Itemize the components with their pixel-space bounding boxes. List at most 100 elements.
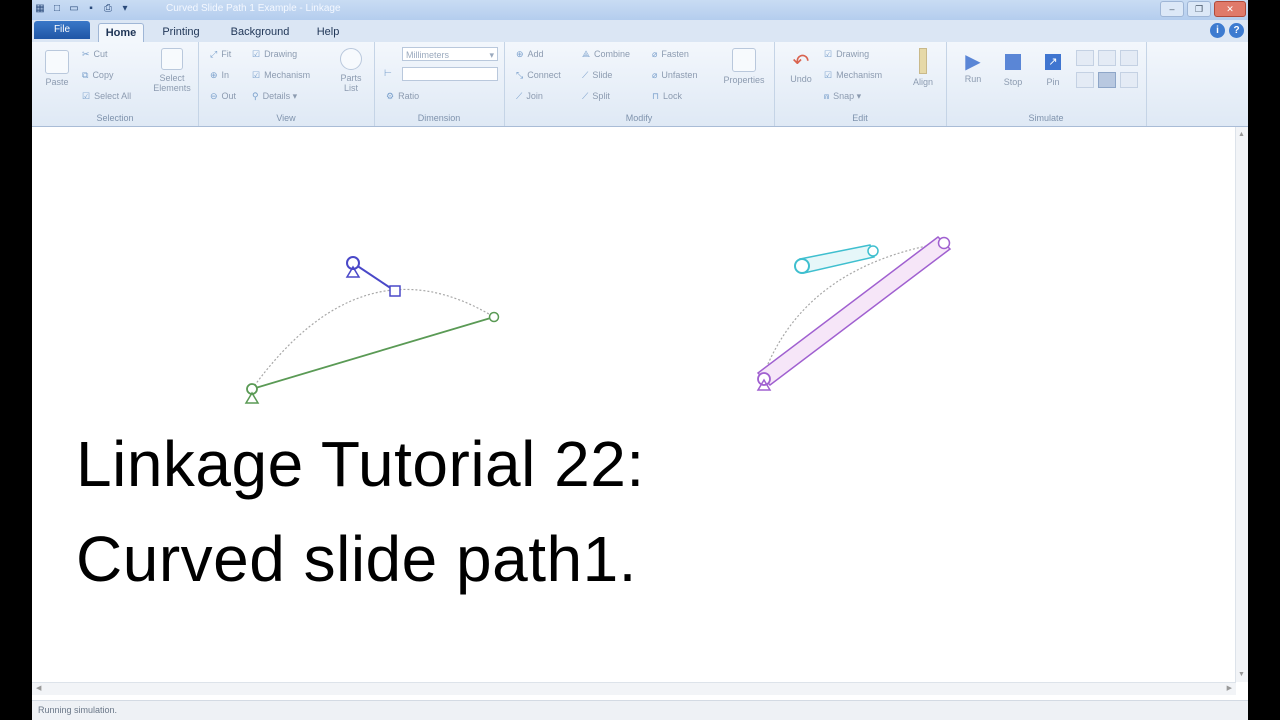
- step-forward-icon[interactable]: [1120, 50, 1138, 66]
- stop-label: Stop: [1003, 77, 1023, 87]
- edit-mechanism-checkbox[interactable]: ☑ Mechanism: [824, 70, 882, 81]
- lock-button[interactable]: ⊓ Lock: [652, 91, 682, 102]
- status-text: Running simulation.: [38, 705, 118, 715]
- parts-list-button[interactable]: Parts List: [334, 48, 368, 93]
- slide-button[interactable]: ⟋ Slide: [582, 70, 612, 81]
- select-all-button[interactable]: ☑ Select All: [82, 91, 131, 102]
- select-elements-button[interactable]: Select Elements: [150, 48, 194, 93]
- tab-printing[interactable]: Printing: [156, 23, 206, 42]
- cyan-link[interactable]: [799, 244, 875, 274]
- group-label: Selection: [96, 113, 134, 123]
- snap-dropdown[interactable]: ⩎ Snap ▾: [824, 91, 861, 102]
- zoom-in-button[interactable]: ⊕ In: [210, 70, 229, 81]
- scroll-down-icon[interactable]: ▼: [1238, 671, 1245, 678]
- ratio-button[interactable]: ⚙ Ratio: [386, 91, 419, 102]
- pin-button[interactable]: ↗ Pin: [1038, 50, 1068, 87]
- connect-button[interactable]: ⤡ Connect: [516, 70, 561, 81]
- details-dropdown[interactable]: ⚲ Details ▾: [252, 91, 297, 102]
- fast-forward-icon[interactable]: [1120, 72, 1138, 88]
- copy-button[interactable]: ⧉ Copy: [82, 70, 113, 81]
- zoom-in-icon: ⊕: [210, 70, 218, 80]
- file-menu-button[interactable]: File: [34, 21, 90, 39]
- window-title: Curved Slide Path 1 Example - Linkage: [166, 3, 341, 14]
- add-button[interactable]: ⊕ Add: [516, 49, 544, 60]
- tab-background[interactable]: Background: [224, 23, 296, 42]
- cut-button[interactable]: ✂ Cut: [82, 49, 108, 60]
- scroll-left-icon[interactable]: ◀: [36, 684, 41, 692]
- dimension-input[interactable]: [402, 67, 498, 81]
- step-icon[interactable]: [1098, 50, 1116, 66]
- app-icon[interactable]: ▦: [34, 2, 46, 15]
- curved-slide-path: [251, 288, 495, 390]
- group-edit: ↶ Undo ☑ Drawing ☑ Mechanism ⩎ Snap ▾ Align…: [774, 42, 947, 126]
- purple-end-connector[interactable]: [937, 236, 951, 250]
- edit-mechanism-label: Mechanism: [836, 70, 883, 80]
- fit-icon: ⤢: [210, 49, 218, 59]
- restore-button[interactable]: ❐: [1187, 1, 1211, 17]
- title-bar: ▦ □ ▭ ▪ ⎙ ▾ Curved Slide Path 1 Example …: [32, 0, 1248, 20]
- properties-icon: [732, 48, 756, 72]
- align-label: Align: [912, 77, 933, 87]
- new-icon[interactable]: □: [51, 2, 63, 15]
- vertical-scrollbar[interactable]: ▲ ▼: [1235, 127, 1248, 682]
- undo-label: Undo: [790, 74, 812, 84]
- connect-icon: ⤡: [516, 70, 524, 80]
- drawing-canvas[interactable]: Linkage Tutorial 22: Curved slide path1.: [32, 127, 1248, 682]
- tab-help[interactable]: Help: [312, 23, 344, 42]
- group-dimension: ⊢ Millimeters ▾ ⚙ Ratio Dimension: [374, 42, 505, 126]
- help-icon[interactable]: ?: [1229, 23, 1244, 38]
- play-icon: ▶: [965, 51, 981, 73]
- split-icon: ⟋: [582, 91, 589, 101]
- fit-button[interactable]: ⤢ Fit: [210, 49, 231, 60]
- tab-home[interactable]: Home: [98, 23, 144, 43]
- close-button[interactable]: ✕: [1214, 1, 1246, 17]
- zoom-out-button[interactable]: ⊖ Out: [210, 91, 236, 102]
- cyan-anchor-connector[interactable]: [794, 258, 810, 274]
- horizontal-scrollbar[interactable]: ◀ ▶: [32, 682, 1236, 695]
- details-label: Details: [262, 91, 291, 101]
- pin-icon: ↗: [1045, 54, 1061, 70]
- green-link[interactable]: [251, 316, 495, 390]
- minimize-button[interactable]: –: [1160, 1, 1184, 17]
- mechanism-drawing: [244, 236, 952, 404]
- green-end-connector[interactable]: [488, 311, 500, 323]
- split-button[interactable]: ⟋ Split: [582, 91, 610, 102]
- units-select[interactable]: Millimeters ▾: [402, 47, 498, 61]
- blue-slider-connector[interactable]: [389, 285, 401, 297]
- join-button[interactable]: ⟋ Join: [516, 91, 543, 102]
- step-back-icon[interactable]: [1076, 50, 1094, 66]
- info-icon[interactable]: i: [1210, 23, 1225, 38]
- open-icon[interactable]: ▭: [68, 2, 80, 15]
- fasten-button[interactable]: ⌀ Fasten: [652, 49, 689, 60]
- help-icons: i ?: [1210, 23, 1244, 38]
- group-label: View: [276, 113, 296, 123]
- combine-button[interactable]: ⟁ Combine: [582, 49, 630, 60]
- run-button[interactable]: ▶ Run: [958, 50, 988, 84]
- pin-label: Pin: [1046, 77, 1060, 87]
- save-icon[interactable]: ▪: [85, 2, 97, 15]
- print-icon[interactable]: ⎙: [102, 2, 114, 15]
- paste-button[interactable]: Paste: [40, 50, 74, 87]
- checkbox-icon: ☑: [824, 70, 833, 80]
- properties-button[interactable]: Properties: [718, 48, 770, 85]
- cyan-end-connector[interactable]: [867, 245, 879, 257]
- view-drawing-checkbox[interactable]: ☑ Drawing: [252, 49, 297, 60]
- align-button[interactable]: Align: [906, 48, 940, 87]
- add-icon: ⊕: [516, 49, 524, 59]
- run-label: Run: [964, 74, 982, 84]
- join-icon: ⟋: [516, 91, 523, 101]
- fasten-icon: ⌀: [652, 49, 658, 59]
- cut-icon: ✂: [82, 49, 90, 59]
- lock-icon: ⊓: [652, 91, 660, 101]
- undo-button[interactable]: ↶ Undo: [784, 50, 818, 84]
- stop-button[interactable]: Stop: [998, 50, 1028, 87]
- pause-icon[interactable]: [1098, 72, 1116, 88]
- edit-drawing-checkbox[interactable]: ☑ Drawing: [824, 49, 869, 60]
- scroll-right-icon[interactable]: ▶: [1227, 684, 1232, 692]
- scroll-up-icon[interactable]: ▲: [1238, 131, 1245, 138]
- view-mechanism-checkbox[interactable]: ☑ Mechanism: [252, 70, 310, 81]
- rewind-icon[interactable]: [1076, 72, 1094, 88]
- join-label: Join: [526, 91, 543, 101]
- dropdown-icon[interactable]: ▾: [119, 2, 131, 15]
- unfasten-button[interactable]: ⌀ Unfasten: [652, 70, 697, 81]
